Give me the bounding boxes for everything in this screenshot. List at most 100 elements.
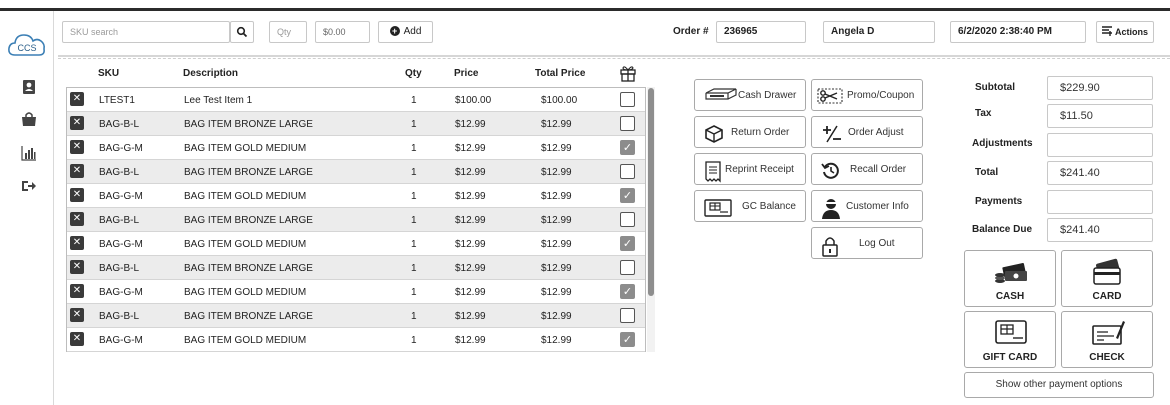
check-payment-button[interactable]: CHECK	[1061, 311, 1153, 368]
gift-card-payment-button[interactable]: GIFT CARD	[964, 311, 1056, 368]
remove-item-button[interactable]: ✕	[70, 140, 84, 154]
remove-item-button[interactable]: ✕	[70, 116, 84, 130]
gift-checkbox[interactable]	[620, 212, 635, 227]
gift-checkbox[interactable]	[620, 92, 635, 107]
table-row[interactable]: ✕ BAG-B-L BAG ITEM BRONZE LARGE 1 $12.99 $12.…	[67, 208, 645, 232]
card-payment-button[interactable]: CARD	[1061, 250, 1153, 307]
add-button[interactable]: + Add	[378, 21, 433, 43]
gift-checkbox[interactable]: ✓	[620, 236, 635, 251]
row-description: BAG ITEM BRONZE LARGE	[184, 119, 313, 130]
close-icon: ✕	[72, 93, 82, 104]
remove-item-button[interactable]: ✕	[70, 236, 84, 250]
contacts-icon[interactable]	[20, 78, 38, 96]
gift-checkbox[interactable]: ✓	[620, 284, 635, 299]
sku-search-input[interactable]: SKU search	[62, 21, 230, 43]
remove-item-button[interactable]: ✕	[70, 308, 84, 322]
table-row[interactable]: ✕ BAG-B-L BAG ITEM BRONZE LARGE 1 $12.99 $12.…	[67, 256, 645, 280]
table-row[interactable]: ✕ BAG-B-L BAG ITEM BRONZE LARGE 1 $12.99 $12.…	[67, 304, 645, 328]
row-sku: BAG-B-L	[99, 263, 140, 274]
gift-card-icon	[704, 198, 732, 217]
gc-balance-button[interactable]: GC Balance	[694, 190, 806, 222]
row-total-price: $12.99	[541, 311, 572, 322]
remove-item-button[interactable]: ✕	[70, 164, 84, 178]
shopping-bag-icon[interactable]	[20, 110, 38, 128]
row-total-price: $12.99	[541, 167, 572, 178]
header: SKU search Qty $0.00 + Add Order # 236965…	[54, 11, 1170, 55]
gc-balance-label: GC Balance	[742, 201, 796, 212]
table-row[interactable]: ✕ BAG-B-L BAG ITEM BRONZE LARGE 1 $12.99 $12.…	[67, 112, 645, 136]
qty-input[interactable]: Qty	[269, 21, 307, 43]
log-out-button[interactable]: Log Out	[811, 227, 923, 259]
close-icon: ✕	[72, 309, 82, 320]
row-price: $12.99	[455, 167, 486, 178]
gift-checkbox[interactable]	[620, 116, 635, 131]
total-label: Total	[975, 167, 999, 178]
row-description: BAG ITEM BRONZE LARGE	[184, 167, 313, 178]
promo-coupon-button[interactable]: Promo/Coupon	[811, 79, 923, 111]
gift-checkbox[interactable]	[620, 260, 635, 275]
row-total-price: $12.99	[541, 287, 572, 298]
row-description: Lee Test Item 1	[184, 95, 253, 106]
actions-button[interactable]: Actions	[1096, 21, 1154, 43]
gift-checkbox[interactable]: ✓	[620, 140, 635, 155]
table-row[interactable]: ✕ BAG-G-M BAG ITEM GOLD MEDIUM 1 $12.99 $12.9…	[67, 232, 645, 256]
order-items-grid: SKU Description Qty Price Total Price ✕ L…	[64, 62, 656, 352]
log-out-label: Log Out	[859, 238, 895, 249]
order-adjust-button[interactable]: Order Adjust	[811, 116, 923, 148]
remove-item-button[interactable]: ✕	[70, 284, 84, 298]
checkmark-icon: ✓	[622, 190, 633, 202]
table-row[interactable]: ✕ BAG-G-M BAG ITEM GOLD MEDIUM 1 $12.99 $12.9…	[67, 184, 645, 208]
gift-checkbox[interactable]: ✓	[620, 188, 635, 203]
row-price: $12.99	[455, 119, 486, 130]
remove-item-button[interactable]: ✕	[70, 188, 84, 202]
table-row[interactable]: ✕ LTEST1 Lee Test Item 1 1 $100.00 $100.00	[67, 88, 645, 112]
grid-scrollbar-thumb[interactable]	[648, 88, 654, 296]
remove-item-button[interactable]: ✕	[70, 92, 84, 106]
checkmark-icon: ✓	[622, 334, 633, 346]
checkmark-icon: ✓	[622, 238, 633, 250]
gift-checkbox[interactable]: ✓	[620, 332, 635, 347]
customer-info-button[interactable]: Customer Info	[811, 190, 923, 222]
show-other-payment-options-button[interactable]: Show other payment options	[964, 372, 1154, 398]
price-input[interactable]: $0.00	[315, 21, 370, 43]
order-number-label: Order #	[673, 26, 709, 37]
row-qty: 1	[411, 95, 417, 106]
gift-checkbox[interactable]	[620, 308, 635, 323]
payments-label: Payments	[975, 196, 1023, 207]
remove-item-button[interactable]: ✕	[70, 212, 84, 226]
table-row[interactable]: ✕ BAG-B-L BAG ITEM BRONZE LARGE 1 $12.99 $12.…	[67, 160, 645, 184]
row-sku: BAG-G-M	[99, 335, 143, 346]
sign-out-icon[interactable]	[20, 177, 38, 195]
return-order-button[interactable]: Return Order	[694, 116, 806, 148]
adjustments-field	[1047, 133, 1153, 157]
ccs-logo: CCS	[7, 31, 47, 59]
check-icon	[1090, 318, 1126, 348]
remove-item-button[interactable]: ✕	[70, 260, 84, 274]
gift-checkbox[interactable]	[620, 164, 635, 179]
recall-order-label: Recall Order	[850, 164, 907, 175]
table-row[interactable]: ✕ BAG-G-M BAG ITEM GOLD MEDIUM 1 $12.99 $12.9…	[67, 328, 645, 352]
datetime-field: 6/2/2020 2:38:40 PM	[950, 21, 1086, 43]
balance-due-label: Balance Due	[972, 224, 1033, 235]
remove-item-button[interactable]: ✕	[70, 332, 84, 346]
cash-drawer-icon	[704, 87, 737, 105]
return-box-icon	[704, 124, 726, 143]
lock-icon	[821, 235, 843, 257]
table-row[interactable]: ✕ BAG-G-M BAG ITEM GOLD MEDIUM 1 $12.99 $12.9…	[67, 280, 645, 304]
row-description: BAG ITEM BRONZE LARGE	[184, 311, 313, 322]
row-sku: BAG-B-L	[99, 119, 140, 130]
order-adjust-label: Order Adjust	[848, 127, 904, 138]
bar-chart-icon[interactable]	[20, 144, 38, 162]
row-description: BAG ITEM GOLD MEDIUM	[184, 191, 307, 202]
history-icon	[821, 161, 843, 179]
recall-order-button[interactable]: Recall Order	[811, 153, 923, 185]
reprint-receipt-button[interactable]: Reprint Receipt	[694, 153, 806, 185]
table-row[interactable]: ✕ BAG-G-M BAG ITEM GOLD MEDIUM 1 $12.99 $12.9…	[67, 136, 645, 160]
search-button[interactable]	[230, 21, 254, 43]
cash-drawer-button[interactable]: Cash Drawer	[694, 79, 806, 111]
row-price: $12.99	[455, 143, 486, 154]
row-sku: BAG-G-M	[99, 239, 143, 250]
row-sku: BAG-B-L	[99, 311, 140, 322]
logo-text: CCS	[17, 43, 36, 53]
cash-payment-button[interactable]: CASH	[964, 250, 1056, 307]
